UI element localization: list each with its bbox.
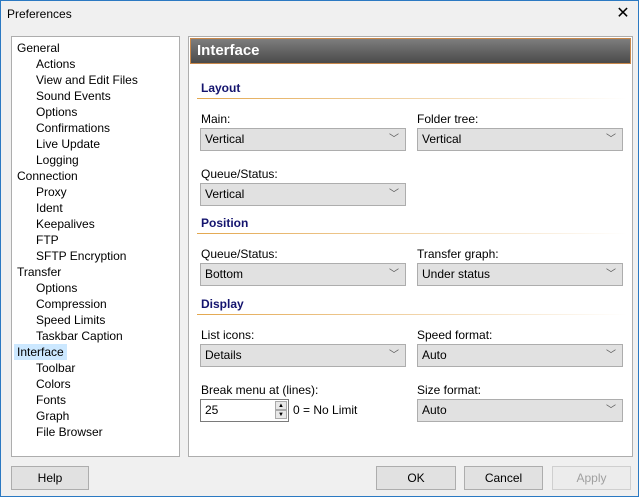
tree-item[interactable]: Transfer — [14, 264, 64, 280]
tree-item[interactable]: Taskbar Caption — [33, 328, 126, 344]
tree-item[interactable]: Ident — [33, 200, 66, 216]
transfer-graph-select[interactable]: Under status ﹀ — [417, 263, 623, 286]
queue-position-label: Queue/Status: — [201, 247, 278, 261]
tree-item[interactable]: Live Update — [33, 136, 103, 152]
tree-item[interactable]: SFTP Encryption — [33, 248, 129, 264]
section-layout: Layout — [201, 81, 241, 95]
size-format-label: Size format: — [417, 383, 482, 397]
speed-format-label: Speed format: — [417, 328, 493, 342]
select-value: Details — [205, 348, 242, 362]
list-icons-label: List icons: — [201, 328, 255, 342]
queue-position-select[interactable]: Bottom ﹀ — [200, 263, 406, 286]
chevron-down-icon: ﹀ — [389, 269, 399, 280]
chevron-down-icon: ﹀ — [389, 350, 399, 361]
tree-item[interactable]: View and Edit Files — [33, 72, 141, 88]
divider — [197, 314, 627, 315]
section-display: Display — [201, 297, 244, 311]
chevron-down-icon: ﹀ — [606, 405, 616, 416]
spinner-value[interactable]: 25 — [205, 403, 218, 417]
select-value: Vertical — [205, 132, 245, 146]
select-value: Auto — [422, 348, 447, 362]
tree-item[interactable]: Interface — [14, 344, 67, 360]
tree-item[interactable]: Toolbar — [33, 360, 78, 376]
select-value: Vertical — [422, 132, 462, 146]
tree-item[interactable]: Options — [33, 104, 80, 120]
main-layout-select[interactable]: Vertical ﹀ — [200, 128, 406, 151]
break-menu-label: Break menu at (lines): — [201, 383, 319, 397]
chevron-down-icon: ﹀ — [389, 134, 399, 145]
section-position: Position — [201, 216, 249, 230]
chevron-down-icon: ﹀ — [606, 269, 616, 280]
select-value: Auto — [422, 403, 447, 417]
tree-item[interactable]: Colors — [33, 376, 74, 392]
queue-status-label: Queue/Status: — [201, 167, 278, 181]
chevron-down-icon: ﹀ — [606, 134, 616, 145]
folder-tree-label: Folder tree: — [417, 112, 479, 126]
tree-item[interactable]: General — [14, 40, 63, 56]
tree-item[interactable]: FTP — [33, 232, 62, 248]
select-value: Under status — [422, 267, 491, 281]
tree-item[interactable]: Logging — [33, 152, 82, 168]
tree-item[interactable]: Compression — [33, 296, 110, 312]
break-menu-hint: 0 = No Limit — [293, 403, 358, 417]
transfer-graph-label: Transfer graph: — [417, 247, 499, 261]
select-value: Bottom — [205, 267, 244, 281]
chevron-down-icon: ﹀ — [606, 350, 616, 361]
chevron-down-icon: ﹀ — [389, 189, 399, 200]
category-tree[interactable]: General Actions View and Edit Files Sound E… — [11, 36, 180, 457]
divider — [197, 233, 627, 234]
tree-item[interactable]: Confirmations — [33, 120, 113, 136]
tree-item[interactable]: Options — [33, 280, 80, 296]
list-icons-select[interactable]: Details ﹀ — [200, 344, 406, 367]
divider — [197, 98, 627, 99]
folder-tree-select[interactable]: Vertical ﹀ — [417, 128, 623, 151]
cancel-button[interactable]: Cancel — [464, 466, 543, 490]
size-format-select[interactable]: Auto ﹀ — [417, 399, 623, 422]
break-menu-spinner[interactable]: 25 ▲ ▼ — [200, 399, 289, 422]
tree-item[interactable]: Graph — [33, 408, 72, 424]
tree-item[interactable]: File Browser — [33, 424, 106, 440]
ok-button[interactable]: OK — [376, 466, 456, 490]
select-value: Vertical — [205, 187, 245, 201]
help-button[interactable]: Help — [11, 466, 89, 490]
window-title: Preferences — [7, 7, 72, 21]
tree-item[interactable]: Proxy — [33, 184, 70, 200]
spin-up-icon[interactable]: ▲ — [275, 401, 287, 410]
apply-button[interactable]: Apply — [552, 466, 631, 490]
speed-format-select[interactable]: Auto ﹀ — [417, 344, 623, 367]
close-button[interactable]: ✕ — [611, 3, 635, 23]
tree-item[interactable]: Actions — [33, 56, 78, 72]
tree-item[interactable]: Sound Events — [33, 88, 114, 104]
queue-status-layout-select[interactable]: Vertical ﹀ — [200, 183, 406, 206]
tree-item[interactable]: Fonts — [33, 392, 69, 408]
tree-item[interactable]: Keepalives — [33, 216, 98, 232]
tree-item[interactable]: Speed Limits — [33, 312, 108, 328]
panel-title: Interface — [190, 38, 631, 64]
tree-item[interactable]: Connection — [14, 168, 81, 184]
spin-down-icon[interactable]: ▼ — [275, 410, 287, 419]
main-label: Main: — [201, 112, 231, 126]
